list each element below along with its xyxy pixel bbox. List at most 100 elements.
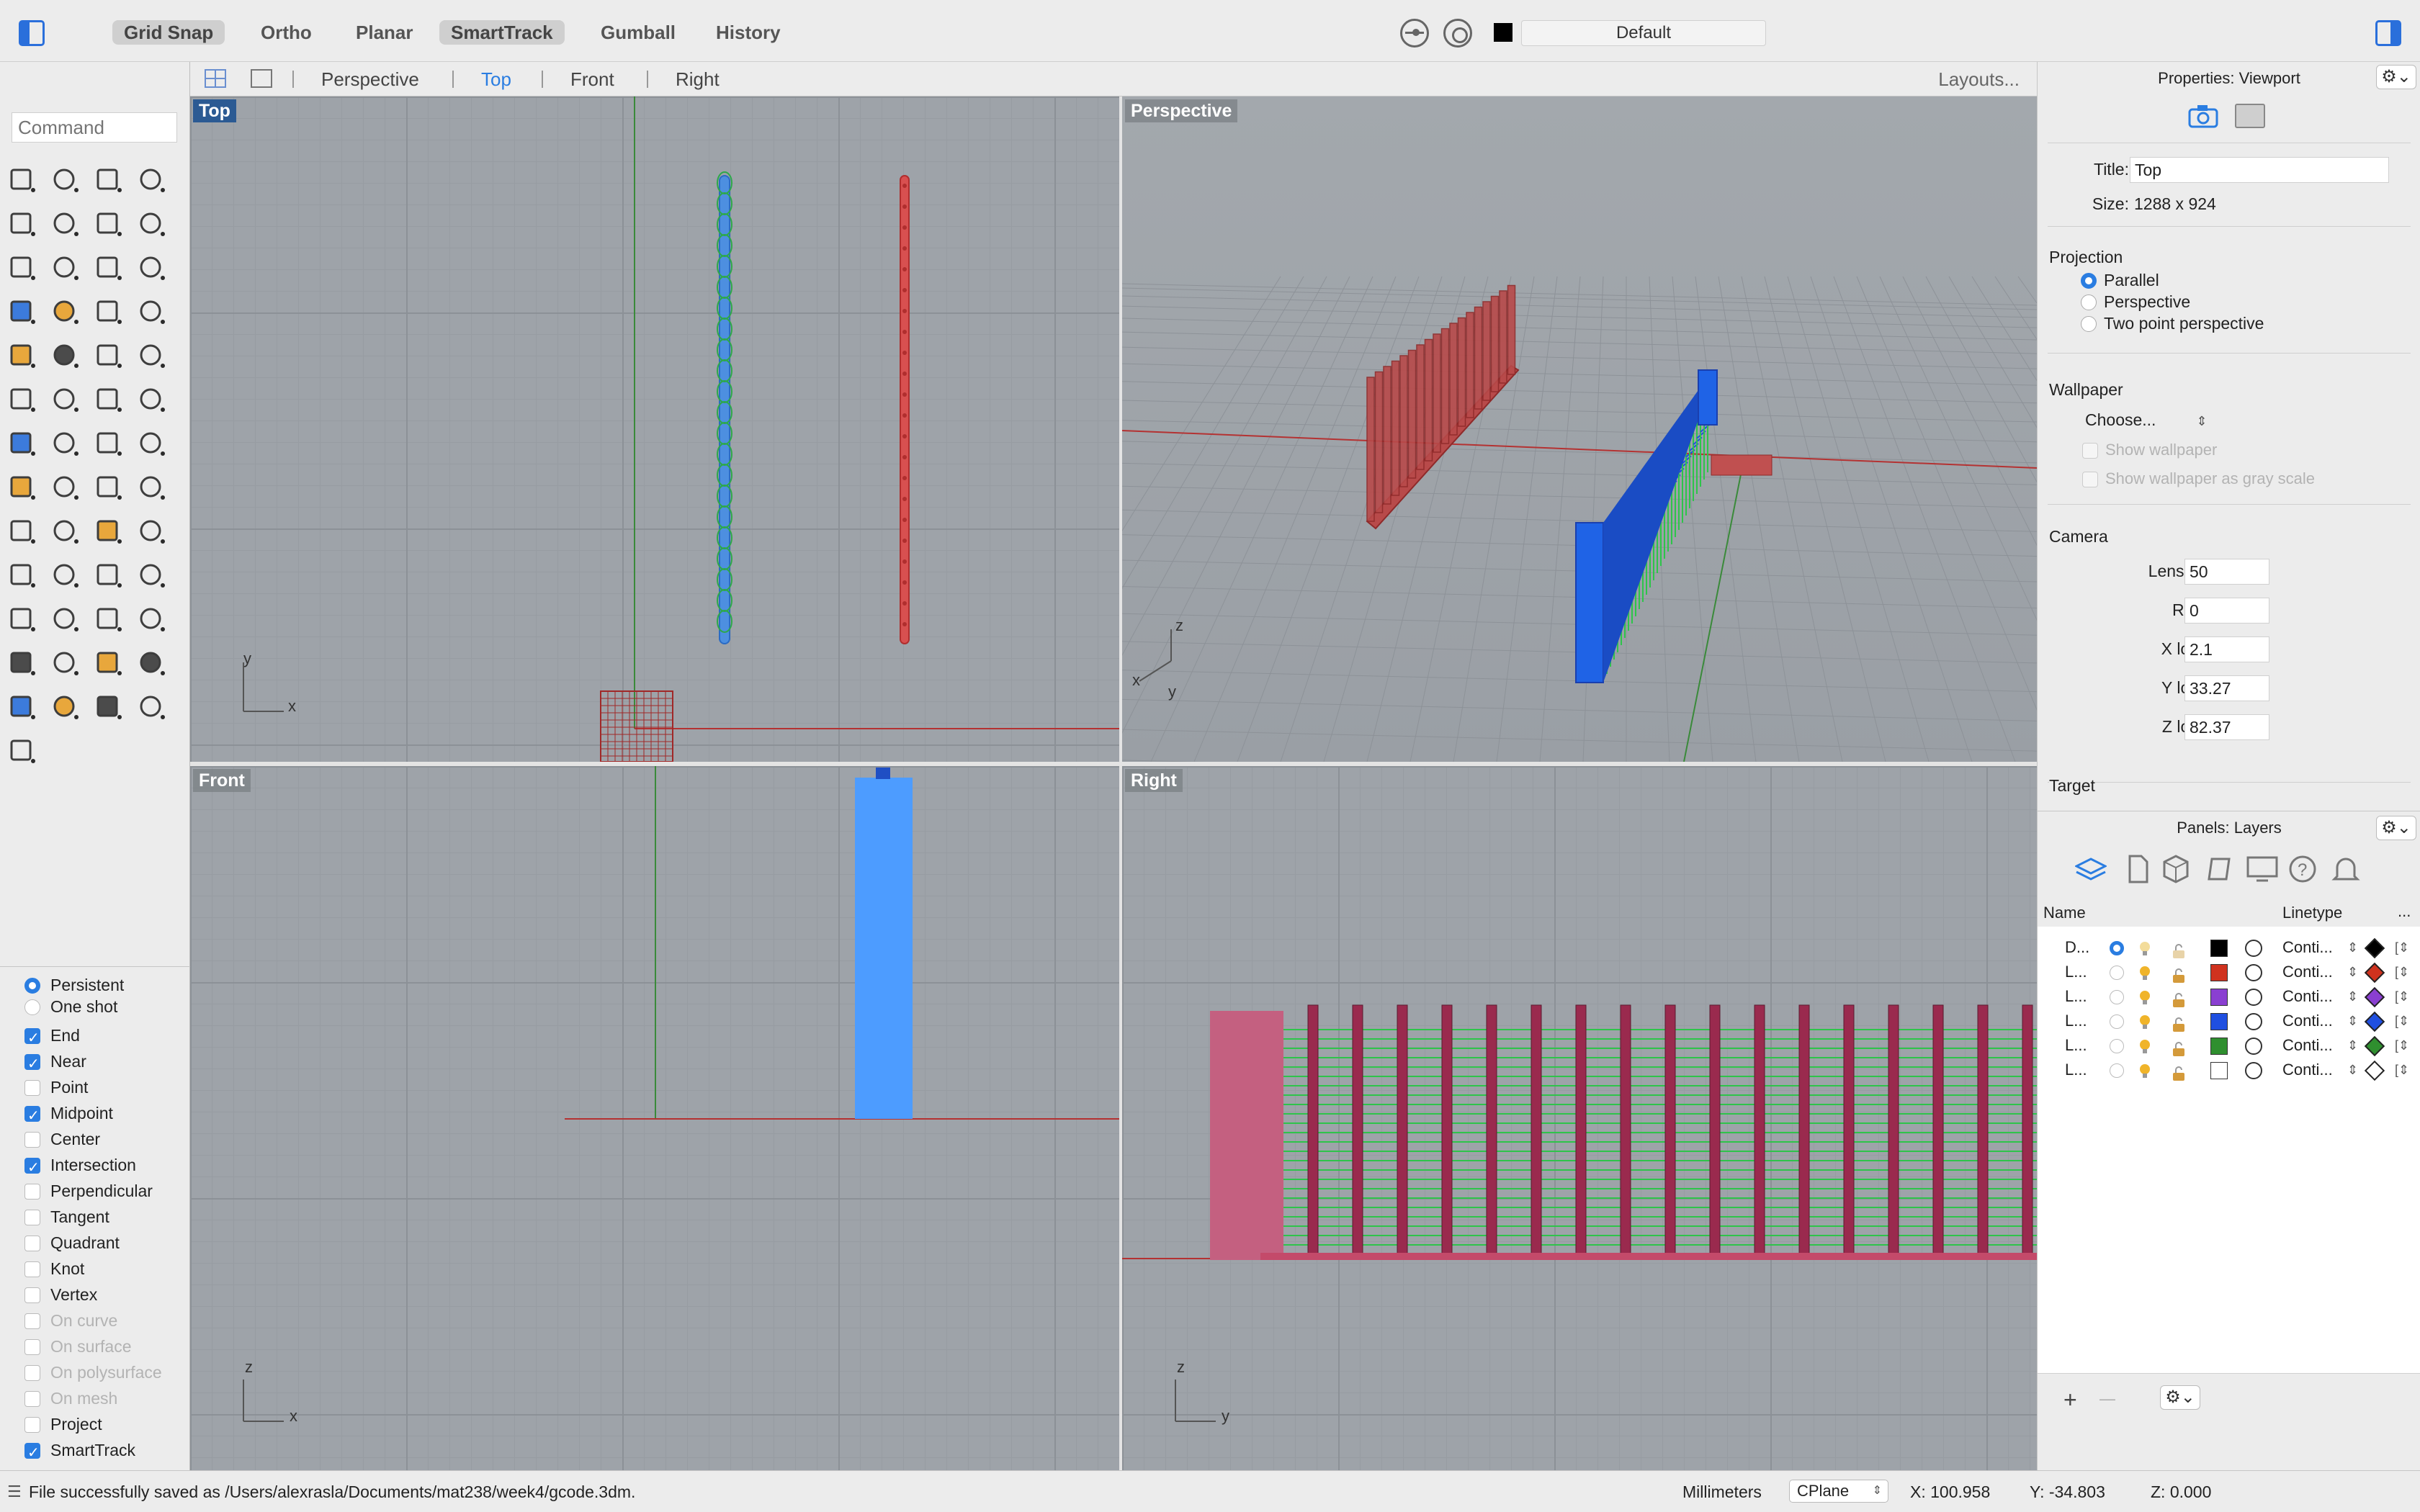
top-viewport[interactable]: Top y x [190, 96, 1119, 762]
trim-icon[interactable] [92, 338, 127, 373]
layer-row[interactable]: L... Conti... ⇕ [⇕ [2038, 960, 2420, 984]
current-layer-selector[interactable]: Default [1521, 20, 1766, 46]
checkbox[interactable] [24, 1287, 40, 1303]
add-layer-button[interactable]: + [2063, 1387, 2077, 1413]
layer-linetype[interactable]: Conti... [2282, 1009, 2333, 1033]
ellipse-icon[interactable] [49, 207, 84, 241]
current-layer-radio[interactable] [2110, 1014, 2124, 1029]
layer-color-swatch[interactable] [2210, 1038, 2228, 1055]
transform-icon[interactable] [135, 602, 170, 636]
align-icon[interactable] [135, 426, 170, 461]
front-viewport-label[interactable]: Front [193, 769, 251, 792]
layer-name[interactable]: L... [2065, 1058, 2087, 1082]
print-color-diamond-icon[interactable] [2364, 986, 2385, 1008]
layer-name[interactable]: L... [2065, 960, 2087, 984]
one-shot-radio[interactable] [24, 999, 40, 1015]
visibility-bulb-icon[interactable] [2138, 964, 2151, 980]
layer-row[interactable]: D... Conti... ⇕ [⇕ [2038, 935, 2420, 960]
visibility-bulb-icon[interactable] [2138, 940, 2151, 955]
visibility-bulb-icon[interactable] [2138, 1038, 2151, 1053]
layers-footer-gear-button[interactable]: ⚙︎⌄ [2160, 1385, 2200, 1410]
surface-icon[interactable] [92, 251, 127, 285]
circle-icon[interactable] [6, 207, 40, 241]
tab-perspective[interactable]: Perspective [321, 66, 419, 92]
menu-lines-icon[interactable]: ☰ [7, 1471, 22, 1512]
checkbox[interactable] [24, 1441, 40, 1465]
help-icon[interactable]: ? [2288, 855, 2317, 888]
camera-rotation-field[interactable] [2184, 598, 2269, 624]
linetype-stepper-icon[interactable]: ⇕ [2347, 1058, 2358, 1082]
print-width-icon[interactable]: [⇕ [2395, 1033, 2409, 1058]
layer-material-icon[interactable] [2245, 1062, 2262, 1079]
layer-name[interactable]: L... [2065, 984, 2087, 1009]
gumball-toggle[interactable]: Gumball [589, 20, 687, 45]
left-sidebar-toggle-icon[interactable] [19, 20, 45, 46]
print-color-diamond-icon[interactable] [2364, 937, 2385, 959]
lock-icon[interactable] [2172, 1063, 2186, 1081]
gumball-tool-icon[interactable] [6, 734, 40, 768]
zoom-extents-icon[interactable] [92, 558, 127, 593]
layer-linetype[interactable]: Conti... [2282, 935, 2333, 960]
layer-row[interactable]: L... Conti... ⇕ [⇕ [2038, 984, 2420, 1009]
layer-name[interactable]: L... [2065, 1033, 2087, 1058]
notifications-bell-icon[interactable] [2331, 855, 2360, 888]
current-layer-radio[interactable] [2110, 966, 2124, 980]
right-sidebar-toggle-icon[interactable] [2375, 20, 2401, 46]
boolean-icon[interactable] [6, 338, 40, 373]
lock-icon[interactable] [2172, 1014, 2186, 1032]
front-viewport[interactable]: Front z x [190, 766, 1119, 1470]
layer-color-swatch[interactable] [2210, 940, 2228, 957]
shaded-sphere-icon[interactable] [49, 690, 84, 724]
layer-name[interactable]: D... [2065, 935, 2089, 960]
car-icon[interactable] [49, 602, 84, 636]
checkbox[interactable] [24, 1261, 40, 1277]
wireframe-sphere-icon[interactable] [6, 690, 40, 724]
current-layer-radio[interactable] [2110, 990, 2124, 1004]
planar-toggle[interactable]: Planar [344, 20, 425, 45]
lock-icon[interactable] [2172, 941, 2186, 958]
checkbox[interactable] [24, 1104, 40, 1128]
current-layer-radio[interactable] [2110, 941, 2124, 955]
current-layer-radio[interactable] [2110, 1063, 2124, 1078]
render-icon[interactable] [92, 514, 127, 549]
right-viewport[interactable]: Right z y [1122, 766, 2037, 1470]
perspective-viewport-label[interactable]: Perspective [1125, 99, 1238, 122]
four-viewports-icon[interactable] [205, 69, 226, 88]
display-icon[interactable] [2246, 856, 2278, 888]
arc-icon[interactable] [92, 207, 127, 241]
zoom-icon[interactable] [6, 558, 40, 593]
checkbox[interactable] [24, 1210, 40, 1225]
fillet-icon[interactable] [49, 251, 84, 285]
select-arrow-icon[interactable] [6, 163, 40, 197]
layer-linetype[interactable]: Conti... [2282, 1058, 2333, 1082]
distribute-icon[interactable] [135, 470, 170, 505]
camera-z-location-field[interactable] [2184, 714, 2269, 740]
top-viewport-label[interactable]: Top [193, 99, 236, 122]
properties-gear-button[interactable]: ⚙︎⌄ [2376, 65, 2416, 89]
dimension-icon[interactable] [49, 426, 84, 461]
right-viewport-label[interactable]: Right [1125, 769, 1183, 792]
print-width-icon[interactable]: [⇕ [2395, 984, 2409, 1009]
rectangle-icon[interactable] [135, 207, 170, 241]
layer-color-swatch[interactable] [2210, 964, 2228, 981]
join-icon[interactable] [49, 382, 84, 417]
box-icon[interactable] [6, 294, 40, 329]
record-history-icon[interactable] [1443, 19, 1472, 48]
zoom-window-icon[interactable] [49, 558, 84, 593]
edit-icon[interactable] [6, 514, 40, 549]
layer-tool-icon[interactable] [92, 602, 127, 636]
camera-lens-length-field[interactable] [2184, 559, 2269, 585]
material-icon[interactable] [92, 646, 127, 680]
column-header-linetype[interactable]: Linetype [2282, 904, 2342, 922]
print-color-diamond-icon[interactable] [2364, 962, 2385, 984]
layer-row[interactable]: L... Conti... ⇕ [⇕ [2038, 1058, 2420, 1082]
offset-icon[interactable] [92, 382, 127, 417]
layer-material-icon[interactable] [2245, 940, 2262, 957]
layer-material-icon[interactable] [2245, 1013, 2262, 1030]
tab-top[interactable]: Top [481, 66, 511, 92]
camera-icon[interactable] [2187, 104, 2219, 128]
tab-front[interactable]: Front [570, 66, 614, 92]
visibility-bulb-icon[interactable] [2138, 989, 2151, 1004]
osnap-toggle-icon[interactable] [1400, 19, 1429, 48]
rebuild-icon[interactable] [135, 382, 170, 417]
